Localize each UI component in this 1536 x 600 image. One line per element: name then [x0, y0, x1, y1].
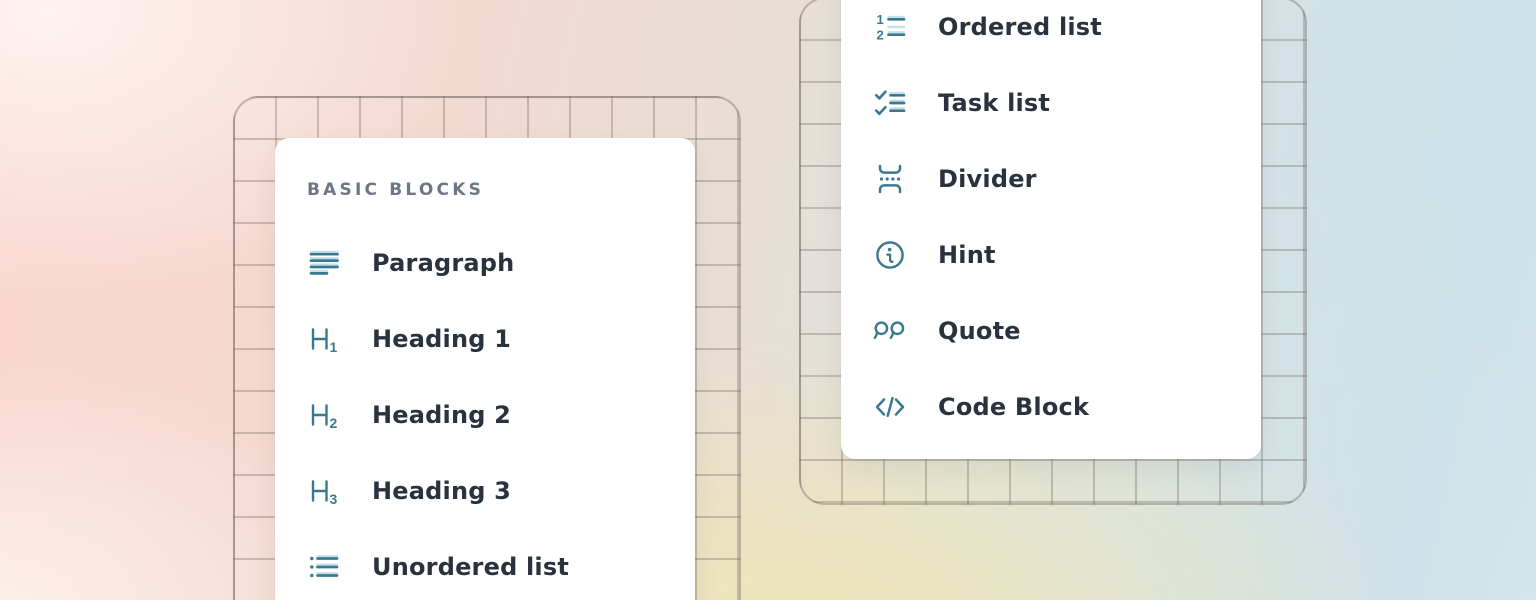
menu-item-quote[interactable]: Quote — [873, 293, 1261, 369]
quote-icon — [873, 314, 907, 348]
menu-item-label: Code Block — [938, 395, 1089, 419]
menu-item-label: Hint — [938, 243, 996, 267]
basic-blocks-menu: BASIC BLOCKS Paragraph 1 Heading 1 2 Heading… — [275, 138, 695, 600]
menu-item-hint[interactable]: Hint — [873, 217, 1261, 293]
basic-blocks-list: Paragraph 1 Heading 1 2 Heading 2 3 Heading 3 U… — [307, 225, 695, 600]
basic-blocks-section-label: BASIC BLOCKS — [307, 178, 695, 202]
menu-item-ordered-list[interactable]: 12 Ordered list — [873, 0, 1261, 65]
menu-item-heading-1[interactable]: 1 Heading 1 — [307, 301, 695, 377]
menu-item-label: Paragraph — [372, 251, 514, 275]
menu-item-label: Heading 1 — [372, 327, 511, 351]
menu-item-label: Ordered list — [938, 15, 1102, 39]
more-blocks-list: 12 Ordered list Task list Divider Hint Quote C… — [873, 0, 1261, 445]
heading-1-icon: 1 — [307, 322, 341, 356]
more-blocks-menu: 12 Ordered list Task list Divider Hint Quote C… — [841, 0, 1261, 459]
svg-text:2: 2 — [877, 28, 884, 43]
task-list-icon — [873, 86, 907, 120]
heading-2-icon: 2 — [307, 398, 341, 432]
menu-item-task-list[interactable]: Task list — [873, 65, 1261, 141]
menu-item-heading-2[interactable]: 2 Heading 2 — [307, 377, 695, 453]
hint-icon — [873, 238, 907, 272]
svg-text:1: 1 — [330, 339, 338, 355]
menu-item-heading-3[interactable]: 3 Heading 3 — [307, 453, 695, 529]
menu-item-label: Quote — [938, 319, 1021, 343]
unordered-list-icon — [307, 550, 341, 584]
svg-text:1: 1 — [877, 12, 884, 27]
menu-item-code-block[interactable]: Code Block — [873, 369, 1261, 445]
menu-item-unordered-list[interactable]: Unordered list — [307, 529, 695, 600]
menu-item-label: Heading 3 — [372, 479, 511, 503]
menu-item-label: Unordered list — [372, 555, 569, 579]
paragraph-icon — [307, 246, 341, 280]
code-block-icon — [873, 390, 907, 424]
menu-item-label: Divider — [938, 167, 1037, 191]
hero-illustration: BASIC BLOCKS Paragraph 1 Heading 1 2 Heading… — [0, 0, 1536, 600]
svg-text:3: 3 — [330, 491, 338, 507]
menu-item-divider[interactable]: Divider — [873, 141, 1261, 217]
menu-item-label: Heading 2 — [372, 403, 511, 427]
ordered-list-icon: 12 — [873, 10, 907, 44]
heading-3-icon: 3 — [307, 474, 341, 508]
divider-icon — [873, 162, 907, 196]
menu-item-paragraph[interactable]: Paragraph — [307, 225, 695, 301]
svg-text:2: 2 — [330, 415, 338, 431]
menu-item-label: Task list — [938, 91, 1050, 115]
